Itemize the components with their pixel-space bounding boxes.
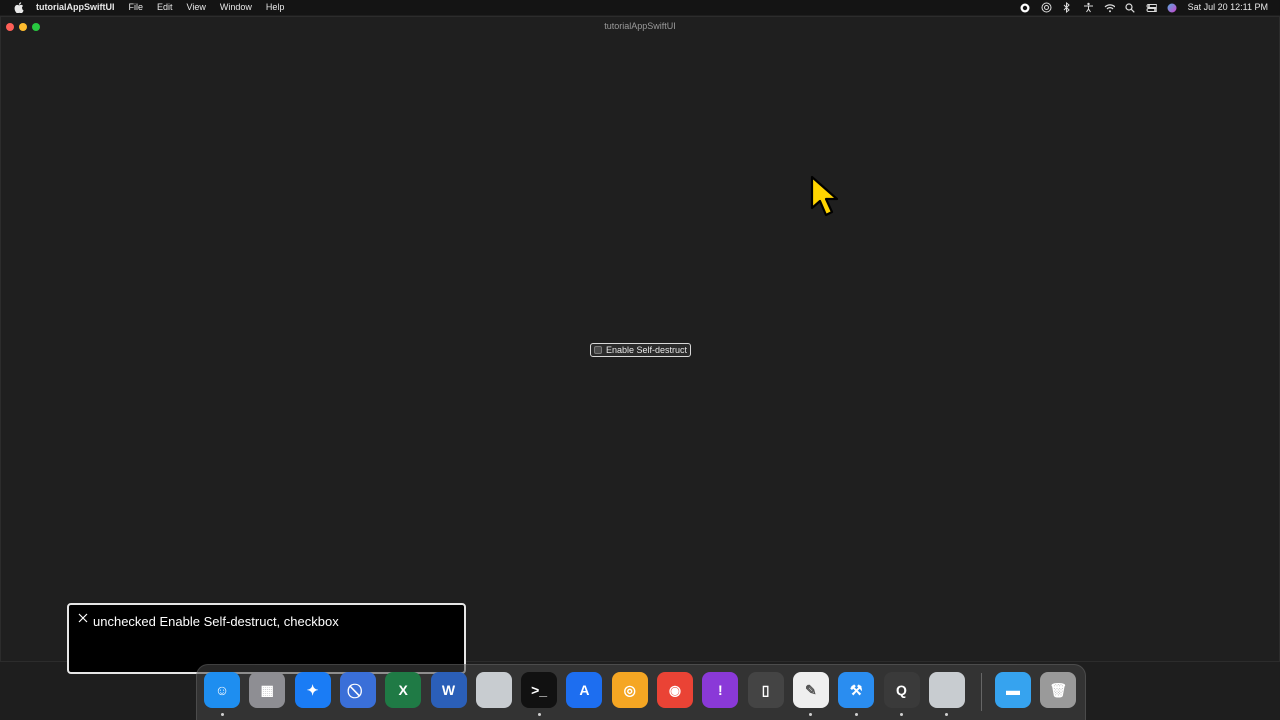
- voiceover-caption-text: unchecked Enable Self-destruct, checkbox: [93, 614, 339, 629]
- dock-running-indicator: [220, 713, 224, 716]
- menu-file[interactable]: File: [129, 0, 144, 15]
- menu-app-name[interactable]: tutorialAppSwiftUI: [36, 0, 115, 15]
- checkbox-box[interactable]: [594, 346, 602, 354]
- window-titlebar[interactable]: tutorialAppSwiftUI: [1, 17, 1279, 37]
- dock-textedit-icon[interactable]: ✎: [792, 672, 829, 708]
- dock-simulator-icon[interactable]: ▯: [747, 672, 784, 708]
- dock-excel-icon[interactable]: X: [385, 672, 422, 708]
- dock-running-indicator: [900, 713, 903, 716]
- self-destruct-checkbox[interactable]: Enable Self-destruct: [590, 343, 691, 357]
- dock-running-indicator: [537, 713, 541, 716]
- dock-blocked-app-icon[interactable]: ⃠: [339, 672, 376, 708]
- menu-edit[interactable]: Edit: [157, 0, 173, 15]
- apple-menu-icon[interactable]: [12, 0, 26, 15]
- dock-terminal-icon[interactable]: >_: [521, 672, 558, 708]
- bluetooth-icon[interactable]: [1062, 2, 1073, 13]
- menu-help[interactable]: Help: [266, 0, 285, 15]
- dock-running-indicator: [809, 713, 813, 716]
- close-icon[interactable]: [78, 613, 88, 623]
- dock-chrome-canary-icon[interactable]: ◎: [611, 672, 648, 708]
- screen-record-icon[interactable]: [1020, 2, 1031, 13]
- dock-blank-app-2-icon[interactable]: [928, 672, 965, 708]
- control-center-icon[interactable]: [1146, 2, 1157, 13]
- wifi-icon[interactable]: [1104, 2, 1115, 13]
- menu-window[interactable]: Window: [220, 0, 252, 15]
- dock-safari-icon[interactable]: ✦: [294, 672, 331, 708]
- dock-quicktime-icon[interactable]: Q: [883, 672, 920, 708]
- dock-launchpad-icon[interactable]: ▦: [249, 672, 286, 708]
- dock-chrome-icon[interactable]: ◉: [657, 672, 693, 708]
- dock: ☺▦✦⃠XW >_A◎◉!▯✎⚒Q ▬🗑: [196, 664, 1086, 720]
- menu-clock[interactable]: Sat Jul 20 12:11 PM: [1188, 0, 1268, 15]
- dock-downloads-folder-icon[interactable]: ▬: [995, 672, 1031, 708]
- dock-feedback-assistant-icon[interactable]: !: [702, 672, 739, 708]
- menu-bar: tutorialAppSwiftUI File Edit View Window…: [0, 0, 1280, 15]
- siri-icon[interactable]: [1167, 2, 1178, 13]
- dock-trash-icon[interactable]: 🗑: [1040, 672, 1077, 708]
- dock-xcode-beta-icon[interactable]: ⚒: [838, 672, 875, 708]
- dock-running-indicator: [854, 713, 858, 716]
- dock-running-indicator: [945, 713, 949, 716]
- checkbox-label[interactable]: Enable Self-destruct: [606, 345, 687, 355]
- accessibility-icon[interactable]: [1083, 2, 1094, 13]
- status-area: Sat Jul 20 12:11 PM: [1020, 0, 1268, 15]
- dock-finder-icon[interactable]: ☺: [204, 672, 240, 708]
- dock-xcode-instruments-icon[interactable]: A: [566, 672, 603, 708]
- menu-view[interactable]: View: [187, 0, 206, 15]
- mouse-cursor-icon: [810, 175, 839, 217]
- dock-word-icon[interactable]: W: [430, 672, 467, 708]
- dock-blank-app-icon[interactable]: [475, 672, 512, 708]
- airdrop-icon[interactable]: [1041, 2, 1052, 13]
- dock-separator: [981, 673, 982, 711]
- search-icon[interactable]: [1125, 2, 1136, 13]
- app-window: tutorialAppSwiftUI Enable Self-destruct: [0, 16, 1280, 662]
- window-title: tutorialAppSwiftUI: [604, 21, 676, 31]
